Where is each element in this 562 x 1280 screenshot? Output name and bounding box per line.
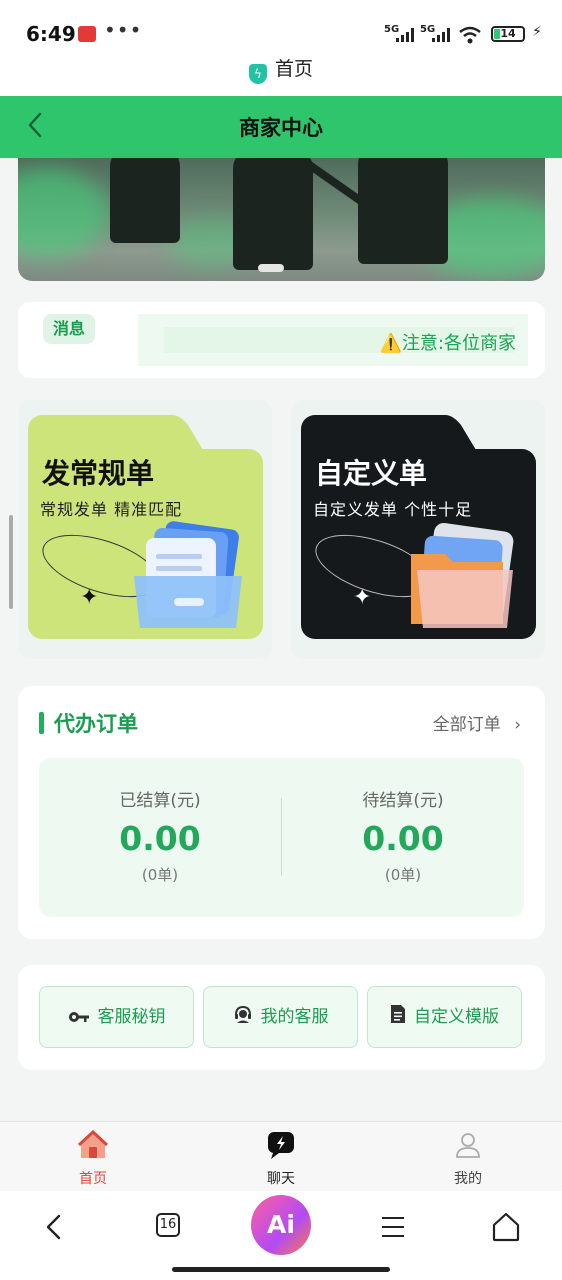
regular-order-title: 发常规单 xyxy=(42,457,155,490)
tabs-count: 16 xyxy=(156,1213,180,1237)
carousel-indicator[interactable] xyxy=(258,264,284,272)
system-navigation-bar: 16 Ai xyxy=(0,1191,562,1280)
edge-drag-handle[interactable] xyxy=(9,515,13,609)
nav-back-icon[interactable] xyxy=(34,1207,74,1247)
service-key-label: 客服秘钥 xyxy=(97,1007,166,1027)
custom-template-label: 自定义模版 xyxy=(414,1007,499,1027)
more-notifications-icon: ••• xyxy=(104,18,143,42)
signal-icon-2 xyxy=(432,28,450,42)
all-orders-label: 全部订单 xyxy=(432,715,501,735)
bottom-tab-bar: 首页 聊天 我的 xyxy=(0,1121,562,1192)
agent-orders-card: 代办订单 全部订单 › 已结算(元) 0.00 (0单) 待结算(元) 0.00… xyxy=(18,686,545,939)
pending-label: 待结算(元) xyxy=(362,791,444,811)
tab-me[interactable]: 我的 xyxy=(408,1130,528,1188)
tab-home-label: 首页 xyxy=(79,1171,107,1187)
notice-card: 消息 ⚠️注意:各位商家 xyxy=(18,302,545,378)
custom-template-button[interactable]: 自定义模版 xyxy=(367,986,522,1048)
notification-app-icon xyxy=(78,26,96,42)
notice-marquee[interactable]: ⚠️注意:各位商家 xyxy=(138,314,528,366)
chat-icon xyxy=(268,1132,294,1159)
custom-order-card[interactable]: 自定义单 自定义发单 个性十足 ✦ xyxy=(291,400,545,659)
status-bar: 6:49 ••• 5G 5G 14 ⚡ ϟ 首页 xyxy=(0,0,562,96)
sparkle-icon: ✦ xyxy=(353,585,372,610)
settled-amount: 0.00 xyxy=(119,819,201,858)
shield-icon: ϟ xyxy=(248,64,267,84)
tab-me-label: 我的 xyxy=(454,1171,482,1187)
section-accent-bar xyxy=(39,712,44,734)
banner-carousel[interactable] xyxy=(18,158,545,281)
headset-icon xyxy=(234,1005,251,1023)
pending-count: (0单) xyxy=(384,866,422,884)
my-service-label: 我的客服 xyxy=(260,1007,329,1027)
settled-label: 已结算(元) xyxy=(119,791,201,811)
document-icon xyxy=(391,1005,405,1023)
status-time: 6:49 xyxy=(26,22,76,46)
folder-stack-icon xyxy=(411,522,514,628)
my-service-button[interactable]: 我的客服 xyxy=(203,986,358,1048)
regular-order-subtitle: 常规发单 精准匹配 xyxy=(40,500,183,519)
service-key-button[interactable]: 客服秘钥 xyxy=(39,986,194,1048)
all-orders-link[interactable]: 全部订单 › xyxy=(433,710,521,735)
pending-stat[interactable]: 待结算(元) 0.00 (0单) xyxy=(282,786,524,885)
chevron-right-icon: › xyxy=(514,715,521,735)
menu-icon[interactable] xyxy=(373,1207,413,1247)
pending-amount: 0.00 xyxy=(362,819,444,858)
document-tray-icon xyxy=(134,521,242,628)
app-header: 商家中心 xyxy=(0,96,562,158)
notice-text: ⚠️注意:各位商家 xyxy=(379,333,516,354)
key-icon xyxy=(68,1012,89,1022)
ai-assistant-button[interactable]: Ai xyxy=(251,1195,311,1255)
custom-order-subtitle: 自定义发单 个性十足 xyxy=(313,500,473,519)
wifi-icon xyxy=(459,26,481,44)
battery-level: 14 xyxy=(500,27,516,40)
orders-title: 代办订单 xyxy=(54,712,138,736)
settled-stat[interactable]: 已结算(元) 0.00 (0单) xyxy=(39,786,281,885)
sparkle-icon: ✦ xyxy=(80,585,99,610)
nav-home-icon[interactable] xyxy=(486,1207,526,1247)
url-bar[interactable]: ϟ 首页 xyxy=(0,54,562,84)
tab-home[interactable]: 首页 xyxy=(33,1129,153,1188)
nav-tabs-button[interactable]: 16 xyxy=(148,1207,188,1247)
charging-icon: ⚡ xyxy=(532,24,542,40)
page-title: 商家中心 xyxy=(239,116,323,140)
tab-chat-label: 聊天 xyxy=(267,1171,295,1187)
tab-chat[interactable]: 聊天 xyxy=(221,1130,341,1188)
user-icon xyxy=(456,1133,480,1158)
settled-count: (0单) xyxy=(141,866,179,884)
battery-icon: 14 xyxy=(491,26,525,42)
url-title: 首页 xyxy=(274,58,313,80)
gesture-bar[interactable] xyxy=(172,1267,390,1272)
home-icon xyxy=(77,1129,109,1158)
regular-order-card[interactable]: 发常规单 常规发单 精准匹配 ✦ xyxy=(18,400,272,659)
quick-actions-card: 客服秘钥 我的客服 自定义模版 xyxy=(18,965,545,1070)
signal-icon xyxy=(396,28,414,42)
orders-summary-panel: 已结算(元) 0.00 (0单) 待结算(元) 0.00 (0单) xyxy=(39,758,524,917)
notice-tag: 消息 xyxy=(43,314,95,344)
custom-order-title: 自定义单 xyxy=(315,457,428,490)
